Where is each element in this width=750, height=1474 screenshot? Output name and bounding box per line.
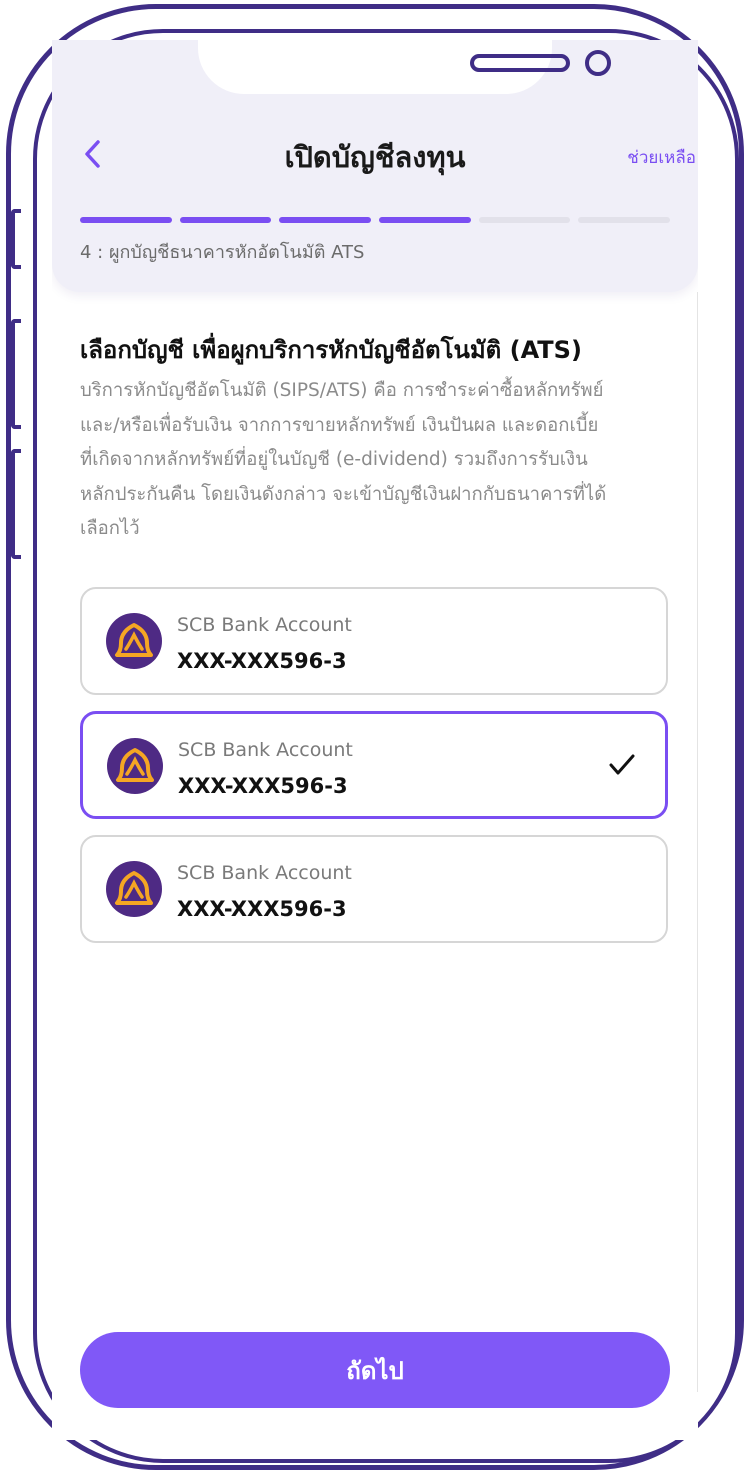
bank-name: SCB Bank Account bbox=[178, 739, 353, 761]
back-button[interactable] bbox=[82, 136, 112, 172]
section-title: เลือกบัญชี เพื่อผูกบริการหักบัญชีอัตโนมั… bbox=[80, 336, 582, 364]
account-number: XXX-XXX596-3 bbox=[177, 897, 347, 921]
progress-step-complete bbox=[80, 217, 172, 223]
bank-name: SCB Bank Account bbox=[177, 614, 352, 636]
progress-step-pending bbox=[478, 217, 571, 223]
scb-logo-icon bbox=[106, 861, 162, 917]
help-link[interactable]: ช่วยเหลือ bbox=[627, 144, 696, 171]
progress-stepper bbox=[80, 217, 671, 223]
account-option[interactable]: SCB Bank Account XXX-XXX596-3 bbox=[80, 587, 668, 695]
description-line: ที่เกิดจากหลักทรัพย์ที่อยู่ในบัญชี (e-di… bbox=[80, 449, 588, 470]
step-label: 4 : ผูกบัญชีธนาคารหักอัตโนมัติ ATS bbox=[80, 242, 365, 263]
description-line: และ/หรือเพื่อรับเงิน จากการขายหลักทรัพย์… bbox=[80, 414, 599, 436]
scb-logo-icon bbox=[106, 613, 162, 669]
progress-step-pending bbox=[578, 217, 671, 223]
progress-step-complete bbox=[179, 217, 272, 223]
account-option[interactable]: SCB Bank Account XXX-XXX596-3 bbox=[80, 835, 668, 943]
progress-step-complete bbox=[279, 217, 372, 223]
description-line: หลักประกันคืน โดยเงินดังกล่าว จะเข้าบัญช… bbox=[80, 483, 607, 505]
checkmark-icon bbox=[609, 754, 635, 775]
next-button[interactable]: ถัดไป bbox=[80, 1332, 670, 1408]
page-title: เปิดบัญชีลงทุน bbox=[284, 140, 466, 174]
description-line: เลือกไว้ bbox=[80, 518, 140, 539]
speaker-icon bbox=[470, 54, 570, 72]
phone-notch bbox=[198, 40, 611, 94]
chevron-left-icon bbox=[85, 140, 100, 168]
progress-step-complete bbox=[379, 217, 471, 223]
app-screen: เปิดบัญชีลงทุน ช่วยเหลือ 4 : ผูกบัญชีธนา… bbox=[52, 40, 698, 1440]
phone-side-button bbox=[11, 209, 21, 269]
phone-side-button bbox=[11, 449, 21, 559]
description-line: บริการหักบัญชีอัตโนมัติ (SIPS/ATS) คือ ก… bbox=[80, 380, 604, 401]
phone-side-button bbox=[11, 319, 21, 429]
bank-name: SCB Bank Account bbox=[177, 862, 352, 884]
account-number: XXX-XXX596-3 bbox=[178, 774, 348, 798]
scb-logo-icon bbox=[107, 738, 163, 794]
divider bbox=[697, 292, 698, 1392]
account-number: XXX-XXX596-3 bbox=[177, 649, 347, 673]
description: บริการหักบัญชีอัตโนมัติ (SIPS/ATS) คือ ก… bbox=[80, 374, 660, 547]
camera-icon bbox=[585, 50, 611, 76]
account-option-selected[interactable]: SCB Bank Account XXX-XXX596-3 bbox=[80, 711, 668, 819]
